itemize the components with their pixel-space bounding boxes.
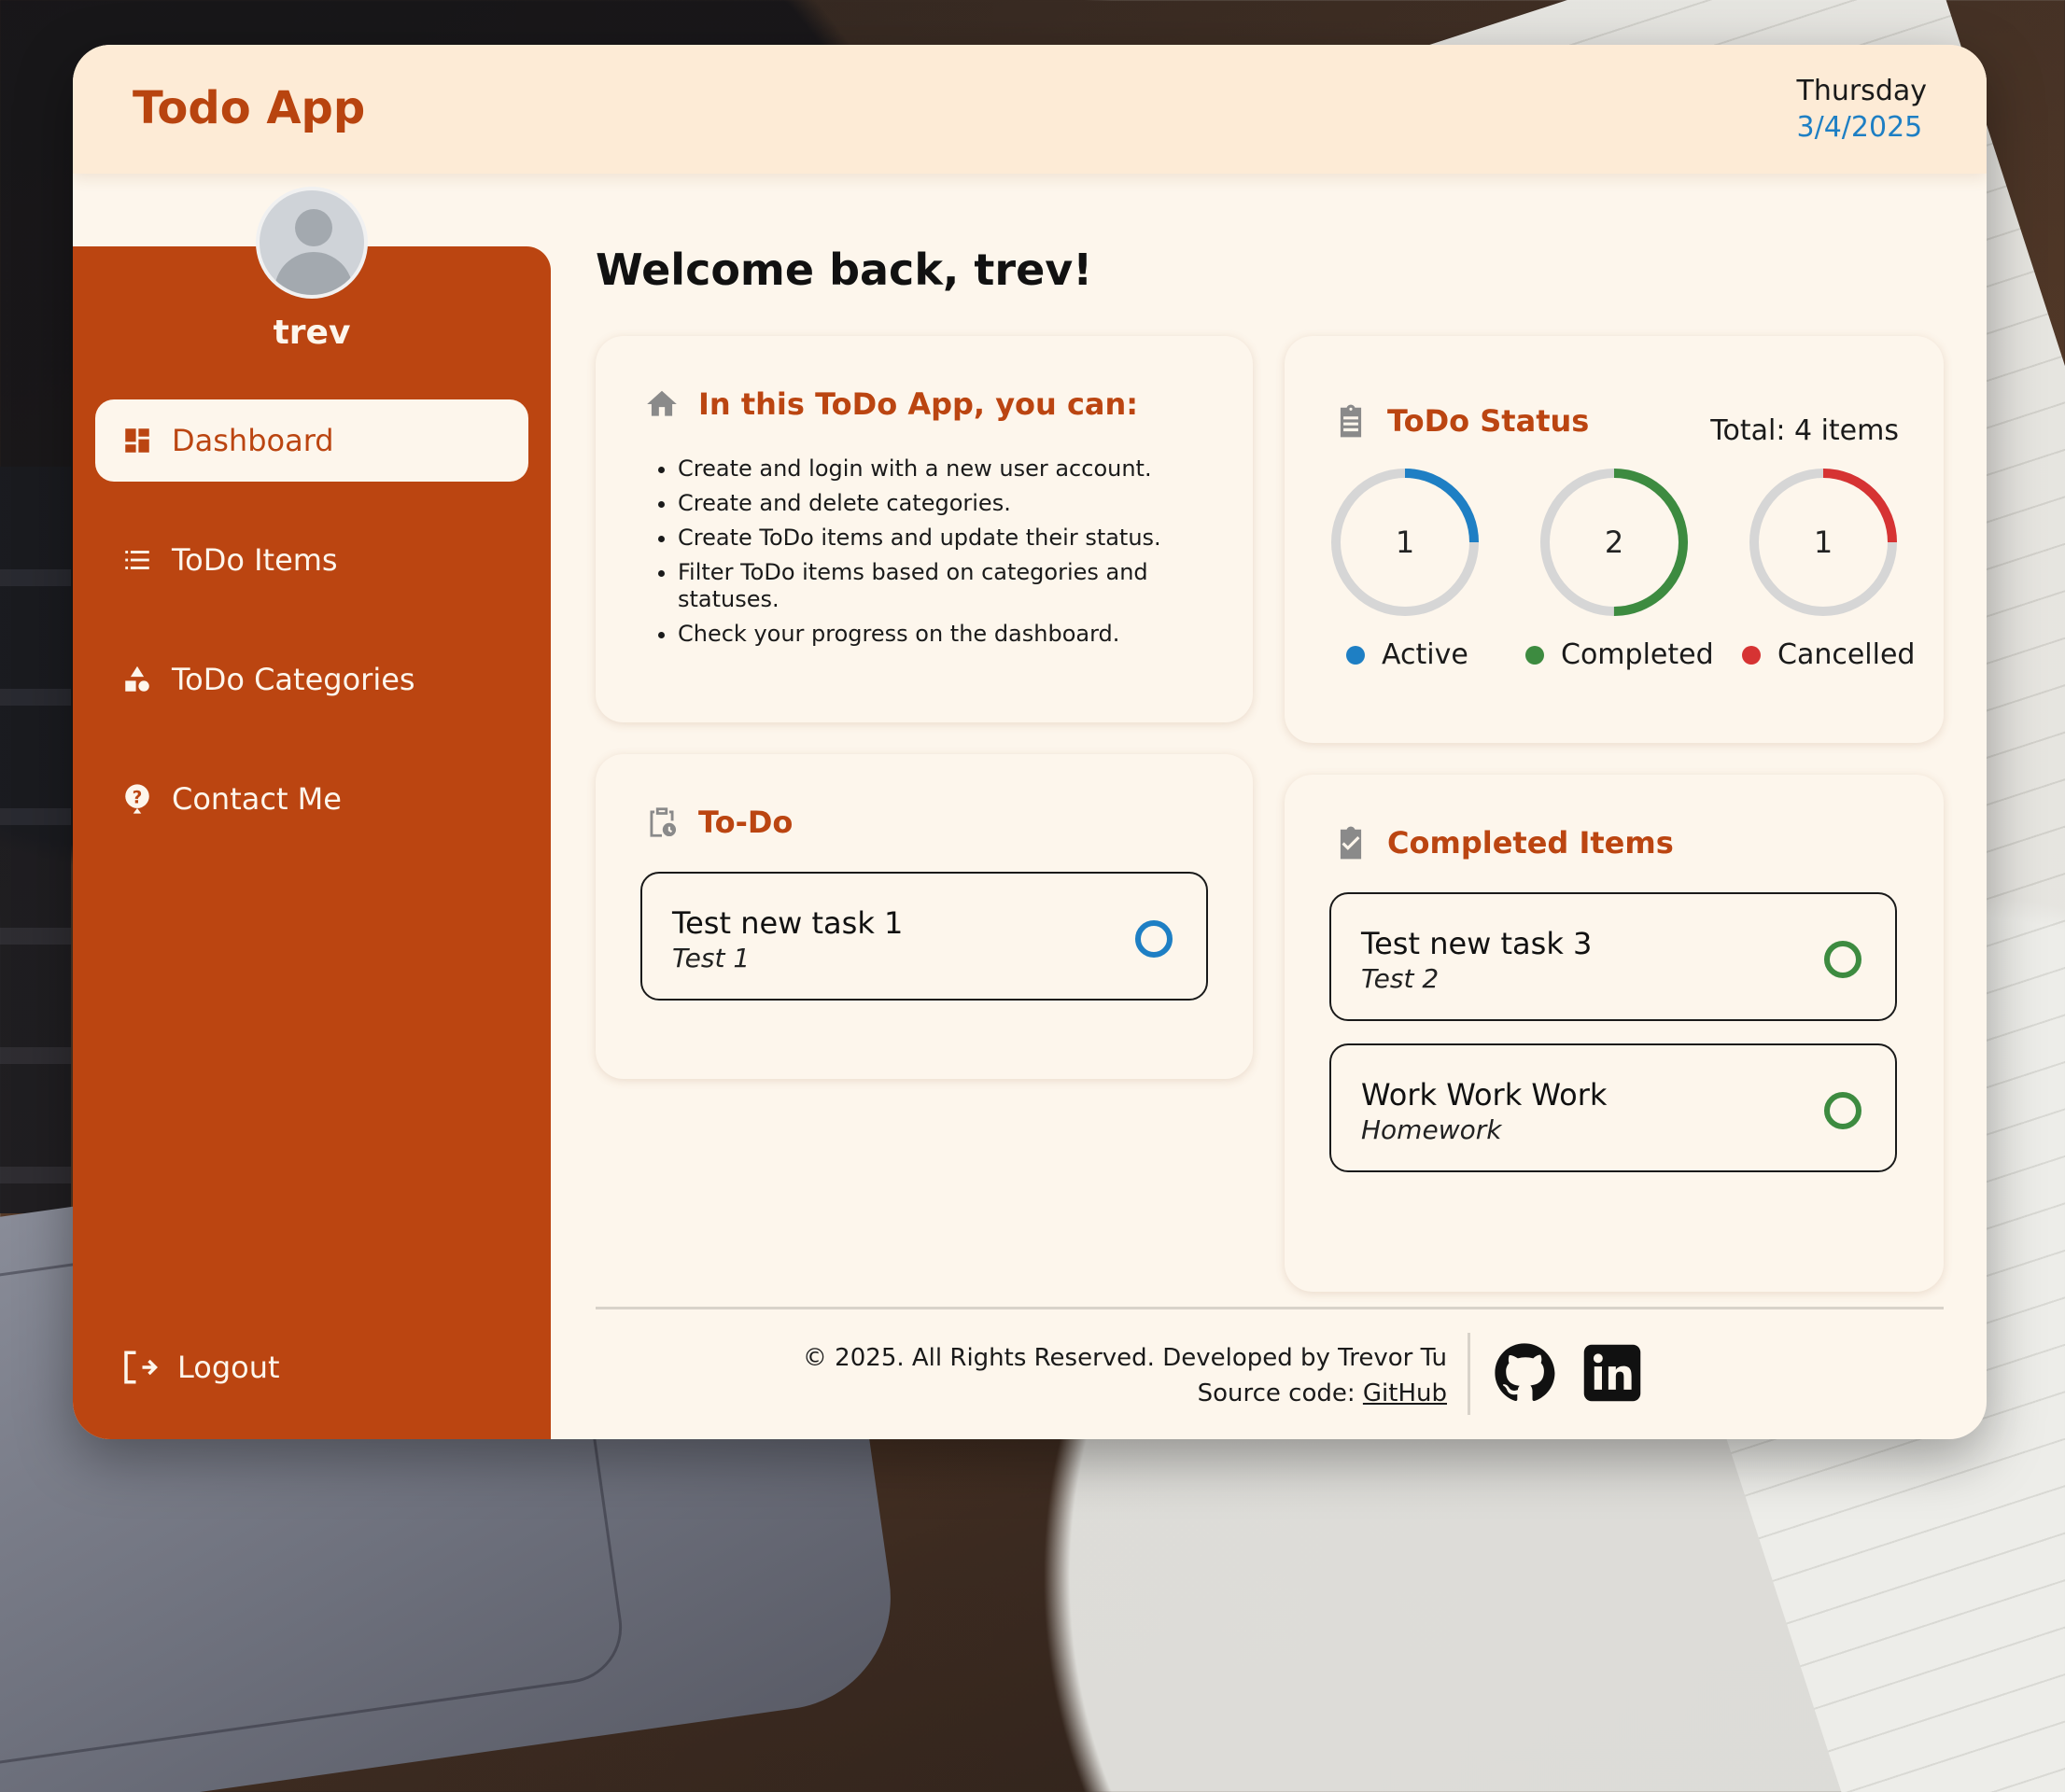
legend-label: Completed [1561, 638, 1714, 671]
todo-card: To-Do Test new task 1 Test 1 [596, 754, 1253, 1079]
sidebar-item-label: Contact Me [172, 781, 342, 817]
sidebar-item-label: ToDo Items [172, 542, 338, 578]
help-icon: ? [125, 784, 149, 814]
donut-value: 1 [1395, 525, 1415, 560]
features-card: In this ToDo App, you can: Create and lo… [596, 336, 1253, 722]
task-name: Test new task 1 [672, 905, 904, 941]
donut-value: 1 [1813, 525, 1833, 560]
sidebar-item-todo-items[interactable]: ToDo Items [95, 519, 528, 601]
task-name: Test new task 3 [1361, 926, 1593, 961]
shapes-icon [125, 665, 149, 692]
todo-title: To-Do [698, 805, 794, 840]
legend-label: Active [1382, 638, 1468, 671]
legend-dot [1346, 645, 1365, 665]
legend-active: Active [1346, 638, 1468, 671]
task-category: Test 2 [1361, 963, 1440, 994]
avatar [256, 187, 368, 299]
sidebar-item-label: Dashboard [172, 423, 334, 458]
legend-completed: Completed [1525, 638, 1714, 671]
sidebar-item-contact[interactable]: ? Contact Me [95, 758, 528, 840]
copyright-text: © 2025. All Rights Reserved. Developed b… [802, 1344, 1447, 1372]
total-label: Total: 4 items [1710, 414, 1899, 447]
footer-separator [1468, 1333, 1470, 1415]
features-title: In this ToDo App, you can: [698, 386, 1139, 422]
clipboard-icon [1340, 404, 1362, 438]
donut-value: 2 [1604, 525, 1624, 560]
app-window: Todo App Thursday 3/4/2025 trev Dashboar… [73, 45, 1987, 1439]
date-label: 3/4/2025 [1796, 111, 1923, 144]
logout-button[interactable]: Logout [119, 1348, 280, 1387]
username: trev [273, 314, 351, 352]
dashboard-icon [125, 428, 149, 453]
status-toggle[interactable] [1824, 1092, 1861, 1129]
source-prefix: Source code: [1197, 1379, 1363, 1407]
sidebar-item-label: ToDo Categories [172, 662, 415, 697]
list-icon [125, 551, 149, 569]
source-line: Source code: GitHub [803, 1376, 1447, 1411]
donut-active: 1 [1328, 465, 1482, 620]
app-title: Todo App [133, 82, 366, 134]
task-card[interactable]: Test new task 1 Test 1 [640, 872, 1208, 1001]
task-category: Homework [1361, 1114, 1502, 1145]
list-item: Check your progress on the dashboard. [678, 621, 1182, 648]
list-item: Create ToDo items and update their statu… [678, 525, 1182, 552]
footer-text: © 2025. All Rights Reserved. Developed b… [803, 1340, 1447, 1411]
legend-label: Cancelled [1777, 638, 1916, 671]
logout-icon [124, 1351, 158, 1384]
list-item: Create and delete categories. [678, 490, 1182, 517]
logout-label: Logout [177, 1350, 280, 1385]
legend-cancelled: Cancelled [1742, 638, 1915, 671]
svg-text:?: ? [133, 788, 143, 807]
day-label: Thursday [1796, 75, 1928, 107]
status-toggle[interactable] [1824, 941, 1861, 978]
task-card[interactable]: Work Work Work Homework [1329, 1043, 1897, 1172]
background-keyboard [0, 467, 71, 1213]
legend-dot [1525, 645, 1544, 665]
github-link[interactable]: GitHub [1363, 1379, 1447, 1407]
features-list: Create and login with a new user account… [659, 455, 1182, 655]
completed-card: Completed Items Test new task 3 Test 2 W… [1285, 775, 1944, 1292]
sidebar-item-todo-categories[interactable]: ToDo Categories [95, 638, 528, 721]
donut-completed: 2 [1537, 465, 1692, 620]
status-title: ToDo Status [1387, 403, 1590, 439]
list-item: Create and login with a new user account… [678, 455, 1182, 483]
welcome-heading: Welcome back, trev! [596, 245, 1093, 295]
home-icon [647, 390, 677, 416]
status-toggle[interactable] [1135, 920, 1173, 958]
task-category: Test 1 [672, 943, 751, 973]
footer-divider [596, 1307, 1944, 1309]
status-card: ToDo Status Total: 4 items 1 2 1 Active … [1285, 336, 1944, 743]
date-display: Thursday 3/4/2025 [1797, 75, 1928, 144]
github-icon[interactable] [1494, 1342, 1555, 1404]
task-card[interactable]: Test new task 3 Test 2 [1329, 892, 1897, 1021]
top-bar: Todo App Thursday 3/4/2025 [73, 45, 1987, 174]
linkedin-icon[interactable] [1581, 1342, 1643, 1404]
legend-dot [1742, 645, 1761, 665]
donut-cancelled: 1 [1746, 465, 1901, 620]
completed-title: Completed Items [1387, 825, 1674, 861]
check-clipboard-icon [1340, 826, 1362, 860]
pending-clipboard-icon [650, 807, 677, 837]
task-name: Work Work Work [1361, 1077, 1608, 1113]
list-item: Filter ToDo items based on categories an… [678, 559, 1182, 613]
sidebar-item-dashboard[interactable]: Dashboard [95, 399, 528, 482]
